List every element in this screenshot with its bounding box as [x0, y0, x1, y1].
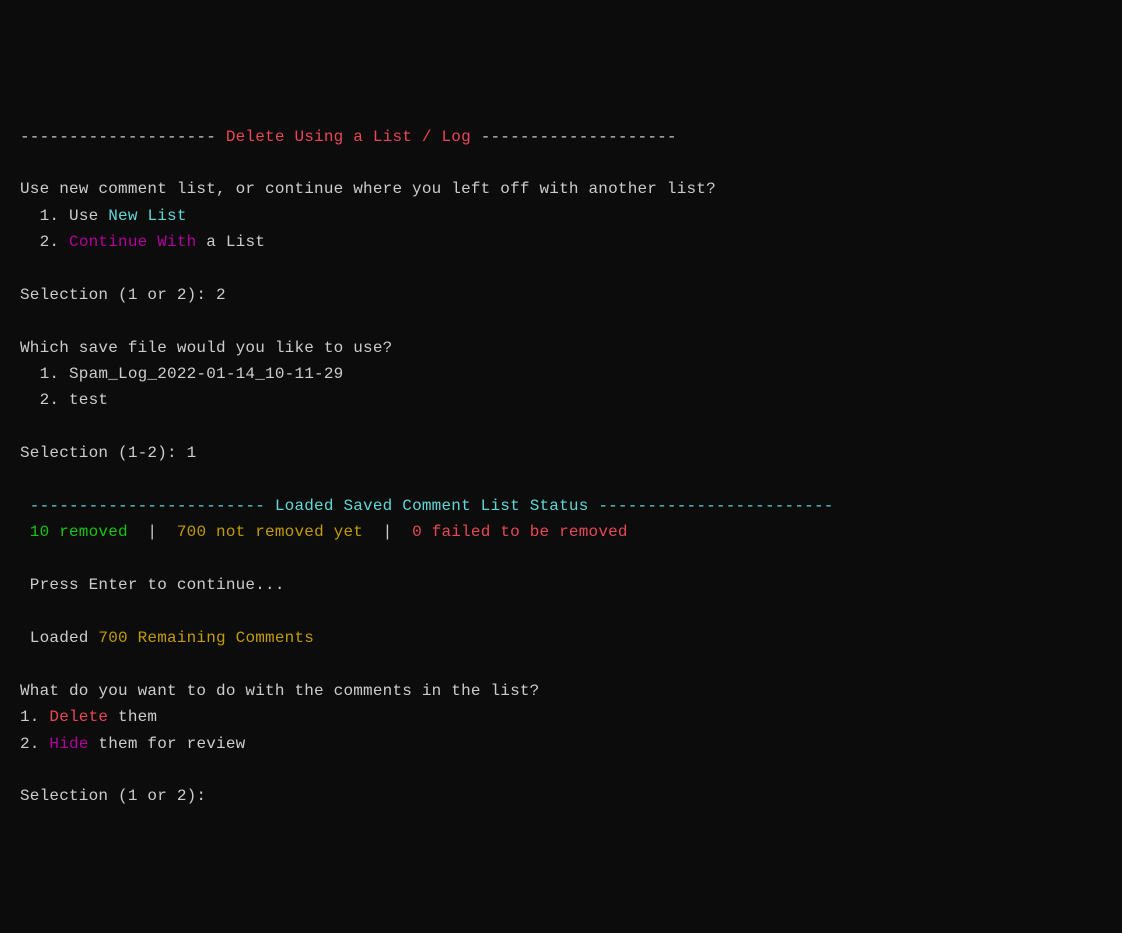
prompt2-opt1: 1. Spam_Log_2022-01-14_10-11-29 — [20, 365, 343, 383]
loaded-count: 700 Remaining Comments — [98, 629, 314, 647]
prompt1-opt1-color: New List — [108, 207, 186, 225]
status-not-removed: 700 not removed yet — [177, 523, 363, 541]
status-sep1: | — [128, 523, 177, 541]
prompt2-selection-value[interactable]: 1 — [187, 444, 197, 462]
prompt1-selection-label: Selection (1 or 2): — [20, 286, 216, 304]
prompt3-question: What do you want to do with the comments… — [20, 682, 539, 700]
status-failed-text: failed to be removed — [422, 523, 628, 541]
prompt1-opt1-pre: Use — [69, 207, 108, 225]
prompt3-opt2-color: Hide — [49, 735, 88, 753]
prompt1-opt2-color: Continue With — [69, 233, 196, 251]
status-dashes-left: ------------------------ — [20, 497, 265, 515]
prompt1-opt1-num: 1. — [20, 207, 69, 225]
status-sep2: | — [363, 523, 412, 541]
prompt2-question: Which save file would you like to use? — [20, 339, 392, 357]
status-dashes-right: ------------------------ — [598, 497, 833, 515]
prompt1-opt2-num: 2. — [20, 233, 69, 251]
prompt3-opt2-post: them for review — [89, 735, 246, 753]
prompt3-opt1-num: 1. — [20, 708, 49, 726]
prompt3-selection-label[interactable]: Selection (1 or 2): — [20, 787, 216, 805]
header-title: Delete Using a List / Log — [216, 128, 481, 146]
prompt1-selection-value[interactable]: 2 — [216, 286, 226, 304]
prompt3-opt1-color: Delete — [49, 708, 108, 726]
status-failed-count: 0 — [412, 523, 422, 541]
loaded-prefix: Loaded — [20, 629, 98, 647]
prompt1-opt2-post: a List — [196, 233, 265, 251]
prompt1-question: Use new comment list, or continue where … — [20, 180, 716, 198]
prompt3-opt2-num: 2. — [20, 735, 49, 753]
header-dashes-left: -------------------- — [20, 128, 216, 146]
status-removed: 10 removed — [20, 523, 128, 541]
prompt3-opt1-post: them — [108, 708, 157, 726]
continue-prompt[interactable]: Press Enter to continue... — [20, 576, 285, 594]
status-title: Loaded Saved Comment List Status — [265, 497, 598, 515]
prompt2-selection-label: Selection (1-2): — [20, 444, 187, 462]
prompt2-opt2: 2. test — [20, 391, 108, 409]
header-dashes-right: -------------------- — [481, 128, 677, 146]
